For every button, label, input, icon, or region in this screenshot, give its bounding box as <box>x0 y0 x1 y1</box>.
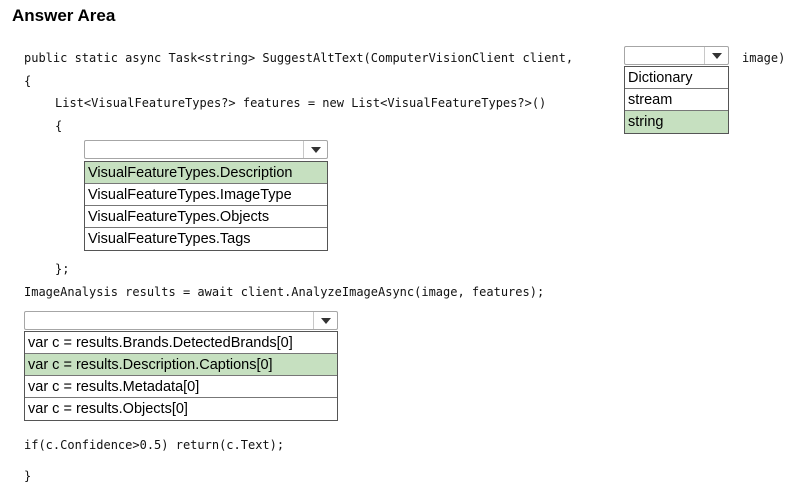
code-line-confidence: if(c.Confidence>0.5) return(c.Text); <box>24 438 285 452</box>
param-type-dropdown[interactable]: Dictionary stream string <box>624 46 729 134</box>
option-stream[interactable]: stream <box>625 89 728 111</box>
chevron-down-icon[interactable] <box>313 312 337 329</box>
option-captions[interactable]: var c = results.Description.Captions[0] <box>25 354 337 376</box>
result-variable-dropdown[interactable]: var c = results.Brands.DetectedBrands[0]… <box>24 311 338 421</box>
code-line-signature-tail: image) <box>742 51 786 65</box>
result-variable-options: var c = results.Brands.DetectedBrands[0]… <box>24 331 338 421</box>
result-variable-dropdown-head[interactable] <box>24 311 338 330</box>
option-imagetype[interactable]: VisualFeatureTypes.ImageType <box>85 184 327 206</box>
chevron-down-icon[interactable] <box>704 47 728 64</box>
code-line-signature: public static async Task<string> Suggest… <box>24 51 574 65</box>
option-brands[interactable]: var c = results.Brands.DetectedBrands[0] <box>25 332 337 354</box>
option-dictionary[interactable]: Dictionary <box>625 67 728 89</box>
code-line-inner-open-brace: { <box>55 119 63 133</box>
answer-area-title: Answer Area <box>12 6 116 25</box>
option-description[interactable]: VisualFeatureTypes.Description <box>85 162 327 184</box>
code-line-inner-close-brace: }; <box>55 262 70 276</box>
feature-type-dropdown[interactable]: VisualFeatureTypes.Description VisualFea… <box>84 140 328 251</box>
feature-type-options: VisualFeatureTypes.Description VisualFea… <box>84 161 328 251</box>
chevron-down-icon[interactable] <box>303 141 327 158</box>
option-metadata[interactable]: var c = results.Metadata[0] <box>25 376 337 398</box>
option-objects-result[interactable]: var c = results.Objects[0] <box>25 398 337 420</box>
feature-type-dropdown-head[interactable] <box>84 140 328 159</box>
option-tags[interactable]: VisualFeatureTypes.Tags <box>85 228 327 250</box>
option-objects[interactable]: VisualFeatureTypes.Objects <box>85 206 327 228</box>
param-type-options: Dictionary stream string <box>624 66 729 134</box>
code-line-open-brace: { <box>24 74 32 88</box>
code-line-analyze: ImageAnalysis results = await client.Ana… <box>24 285 545 299</box>
param-type-dropdown-head[interactable] <box>624 46 729 65</box>
option-string[interactable]: string <box>625 111 728 133</box>
code-line-features: List<VisualFeatureTypes?> features = new… <box>55 96 547 110</box>
code-line-close-brace: } <box>24 469 32 483</box>
